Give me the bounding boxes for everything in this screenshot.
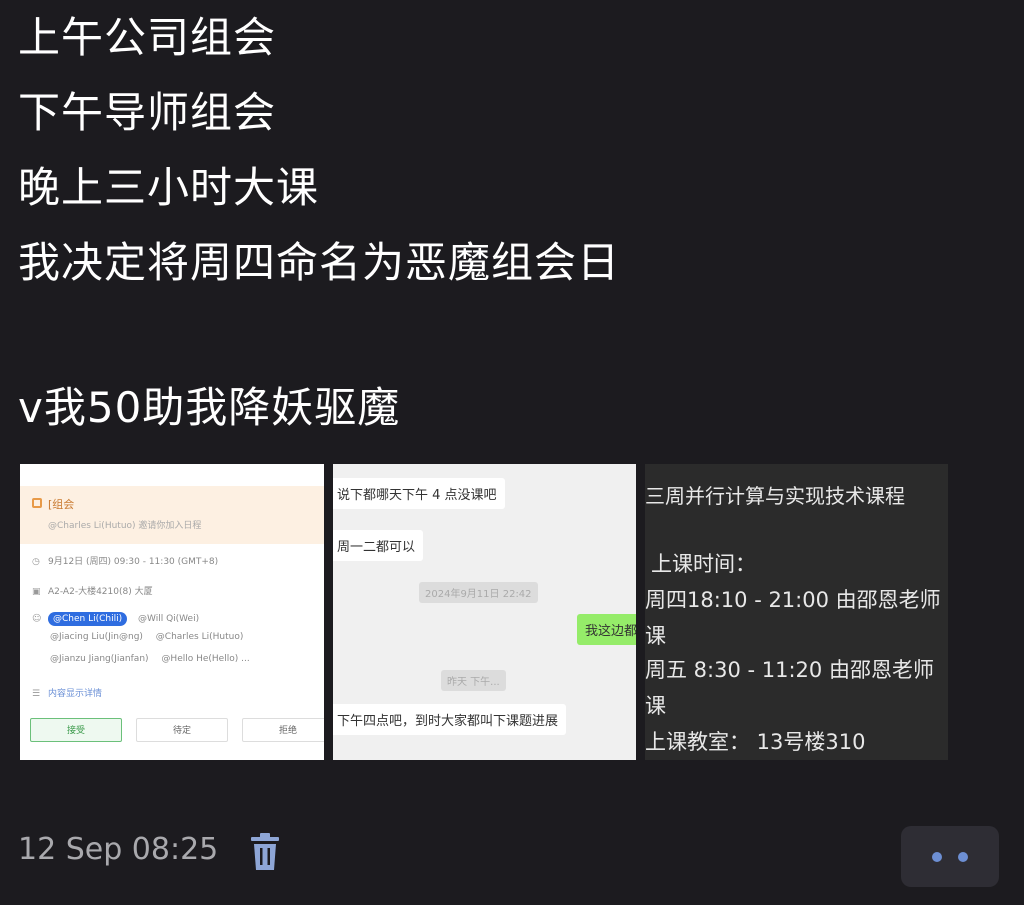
course-thursday-cont: 课: [645, 624, 666, 648]
tentative-button: 待定: [136, 718, 228, 742]
calendar-location: A2-A2-大楼4210(8) 大厦: [48, 587, 153, 597]
location-icon: ▣: [32, 587, 41, 597]
chat-message-self: 我这边都: [577, 614, 636, 645]
calendar-time: 9月12日 (周四) 09:30 - 11:30 (GMT+8): [48, 557, 219, 567]
post-line-1: 上午公司组会: [18, 13, 277, 62]
image-thumbnail-calendar[interactable]: [组会 @Charles Li(Hutuo) 邀请你加入日程 ◷ 9月12日 (周…: [20, 464, 324, 760]
course-room: 上课教室： 13号楼310: [645, 730, 866, 754]
attendee: @Will Qi(Wei): [138, 614, 200, 624]
course-friday-cont: 课: [645, 694, 666, 718]
calendar-agenda: 内容显示详情: [48, 689, 103, 699]
image-thumbnail-course[interactable]: 三周并行计算与实现技术课程 上课时间： 周四18:10 - 21:00 由邵恩老…: [645, 464, 948, 760]
decline-button: 拒绝: [242, 718, 324, 742]
calendar-icon: [32, 498, 42, 508]
chat-timestamp: 2024年9月11日 22:42: [419, 582, 538, 603]
post-line-3: 晚上三小时大课: [18, 163, 320, 212]
calendar-agenda-row: ☰ 内容显示详情: [32, 686, 102, 699]
calendar-organizer: @Charles Li(Hutuo) 邀请你加入日程: [48, 521, 202, 531]
dot-icon: [932, 852, 942, 862]
post-text: 上午公司组会 下午导师组会 晚上三小时大课 我决定将周四命名为恶魔组会日 v我5…: [18, 0, 620, 445]
list-icon: ☰: [32, 689, 41, 699]
clock-icon: ◷: [32, 557, 40, 567]
attendee-chip: @Chen Li(Chili): [48, 612, 128, 626]
chat-timestamp: 昨天 下午...: [441, 670, 506, 691]
calendar-attendees-row-3: @Jianzu Jiang(Jianfan) @Hello He(Hello) …: [50, 654, 250, 664]
people-icon: ☺: [32, 614, 42, 624]
course-friday: 周五 8:30 - 11:20 由邵恩老师: [645, 658, 934, 682]
calendar-location-row: ▣ A2-A2-大楼4210(8) 大厦: [32, 584, 153, 597]
attendee: @Jiacing Liu(Jin@ng): [50, 632, 143, 642]
post-line-5: v我50助我降妖驱魔: [18, 383, 401, 432]
post-timestamp: 12 Sep 08:25: [18, 832, 219, 867]
attendee: @Hello He(Hello) ...: [161, 654, 250, 664]
post-line-2: 下午导师组会: [18, 88, 277, 137]
dot-icon: [958, 852, 968, 862]
chat-message: 说下都哪天下午 4 点没课吧: [333, 478, 505, 509]
calendar-time-row: ◷ 9月12日 (周四) 09:30 - 11:30 (GMT+8): [32, 554, 218, 567]
course-time-label: 上课时间：: [651, 552, 756, 576]
chat-message: 下午四点吧，到时大家都叫下课题进展: [333, 704, 567, 735]
course-title: 三周并行计算与实现技术课程: [645, 484, 905, 508]
attendee: @Charles Li(Hutuo): [155, 632, 244, 642]
calendar-title: [组会: [48, 498, 75, 511]
calendar-attendees-row-2: @Jiacing Liu(Jin@ng) @Charles Li(Hutuo): [50, 632, 243, 642]
image-thumbnail-chat[interactable]: 说下都哪天下午 4 点没课吧 周一二都可以 2024年9月11日 22:42 我…: [333, 464, 636, 760]
post-line-4: 我决定将周四命名为恶魔组会日: [18, 238, 621, 287]
trash-icon[interactable]: [250, 832, 280, 872]
attendee: @Jianzu Jiang(Jianfan): [50, 654, 149, 664]
chat-message: 周一二都可以: [333, 530, 424, 561]
accept-button: 接受: [30, 718, 122, 742]
calendar-buttons: 接受 待定 拒绝: [30, 718, 324, 742]
course-thursday: 周四18:10 - 21:00 由邵恩老师: [645, 588, 941, 612]
calendar-header: [组会 @Charles Li(Hutuo) 邀请你加入日程: [20, 486, 324, 544]
calendar-attendees-row: ☺ @Chen Li(Chili) @Will Qi(Wei): [32, 612, 199, 626]
more-options-button[interactable]: [901, 826, 999, 887]
